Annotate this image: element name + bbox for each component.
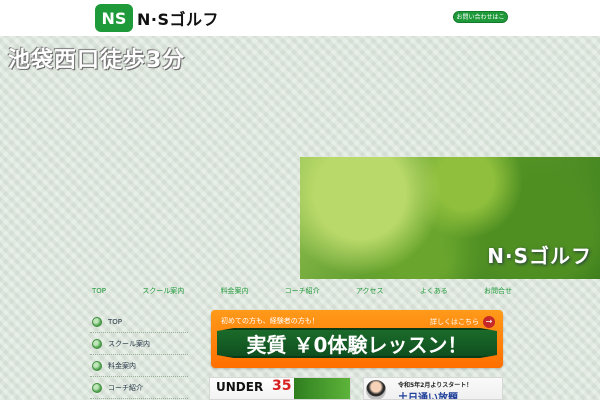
topnav-item-coaches[interactable]: コーチ紹介 — [285, 284, 320, 298]
trial-main-text: 実質 ￥0体験レッスン！ — [246, 332, 468, 357]
start-date-text: 令和5年2月よりスタート！ — [398, 382, 473, 389]
contact-pill-button[interactable]: お問い合わせはこちら — [453, 11, 508, 23]
topnav-item-top[interactable]: TOP — [92, 284, 106, 298]
side-menu-label: スクール案内 — [108, 339, 150, 348]
trial-details-link[interactable]: 詳しくはこちら → — [430, 314, 495, 330]
golf-ball-icon — [92, 316, 102, 327]
trial-main-ribbon: 実質 ￥0体験レッスン！ — [217, 328, 497, 358]
site-header: NS N·Sゴルフ お問い合わせはこちら — [0, 0, 600, 36]
side-menu-item-school[interactable]: スクール案内 — [90, 333, 188, 355]
trial-link-label: 詳しくはこちら — [430, 318, 479, 326]
topnav-item-faq[interactable]: よくある — [420, 284, 448, 298]
under-number: 35 — [272, 378, 292, 394]
site-logo[interactable]: NS N·Sゴルフ — [95, 4, 219, 32]
topnav-item-school[interactable]: スクール案内 — [142, 284, 184, 298]
weekend-unlimited-banner[interactable]: 令和5年2月よりスタート！ 土日通い放題 — [363, 377, 503, 400]
side-menu-item-top[interactable]: TOP — [90, 311, 188, 333]
side-menu-item-pricing[interactable]: 料金案内 — [90, 355, 188, 377]
hero-headline: 池袋西口徒歩3分 — [8, 48, 186, 73]
under-text: UNDER — [216, 380, 264, 394]
side-menu-label: 料金案内 — [108, 361, 136, 370]
under35-banner[interactable]: UNDER 35 — [209, 377, 351, 400]
golf-ball-icon — [92, 338, 102, 349]
weekend-unlimited-text: 土日通い放題 — [398, 393, 458, 400]
logo-text: N·Sゴルフ — [137, 10, 219, 29]
golf-ball-icon — [92, 382, 102, 393]
hero-image-title: N·Sゴルフ — [487, 244, 592, 268]
golfer-photo — [294, 378, 350, 399]
trial-lesson-banner[interactable]: 初めての方も、経験者の方も！ 詳しくはこちら → 実質 ￥0体験レッスン！ — [211, 310, 503, 368]
side-menu-label: コーチ紹介 — [108, 383, 143, 392]
side-menu-item-coaches[interactable]: コーチ紹介 — [90, 377, 188, 399]
topnav-item-pricing[interactable]: 料金案内 — [220, 284, 248, 298]
coach-avatar — [366, 380, 386, 399]
top-navigation: TOP スクール案内 料金案内 コーチ紹介 アクセス よくある お問合せ — [92, 284, 512, 298]
hero-image: N·Sゴルフ — [300, 157, 600, 279]
logo-mark: NS — [95, 4, 133, 32]
topnav-item-contact[interactable]: お問合せ — [484, 284, 512, 298]
arrow-right-icon: → — [483, 316, 495, 328]
topnav-item-access[interactable]: アクセス — [356, 284, 384, 298]
golf-ball-icon — [92, 360, 102, 371]
side-menu-label: TOP — [108, 317, 123, 326]
trial-subtitle: 初めての方も、経験者の方も！ — [221, 317, 319, 325]
side-menu: TOP スクール案内 料金案内 コーチ紹介 — [90, 311, 188, 399]
